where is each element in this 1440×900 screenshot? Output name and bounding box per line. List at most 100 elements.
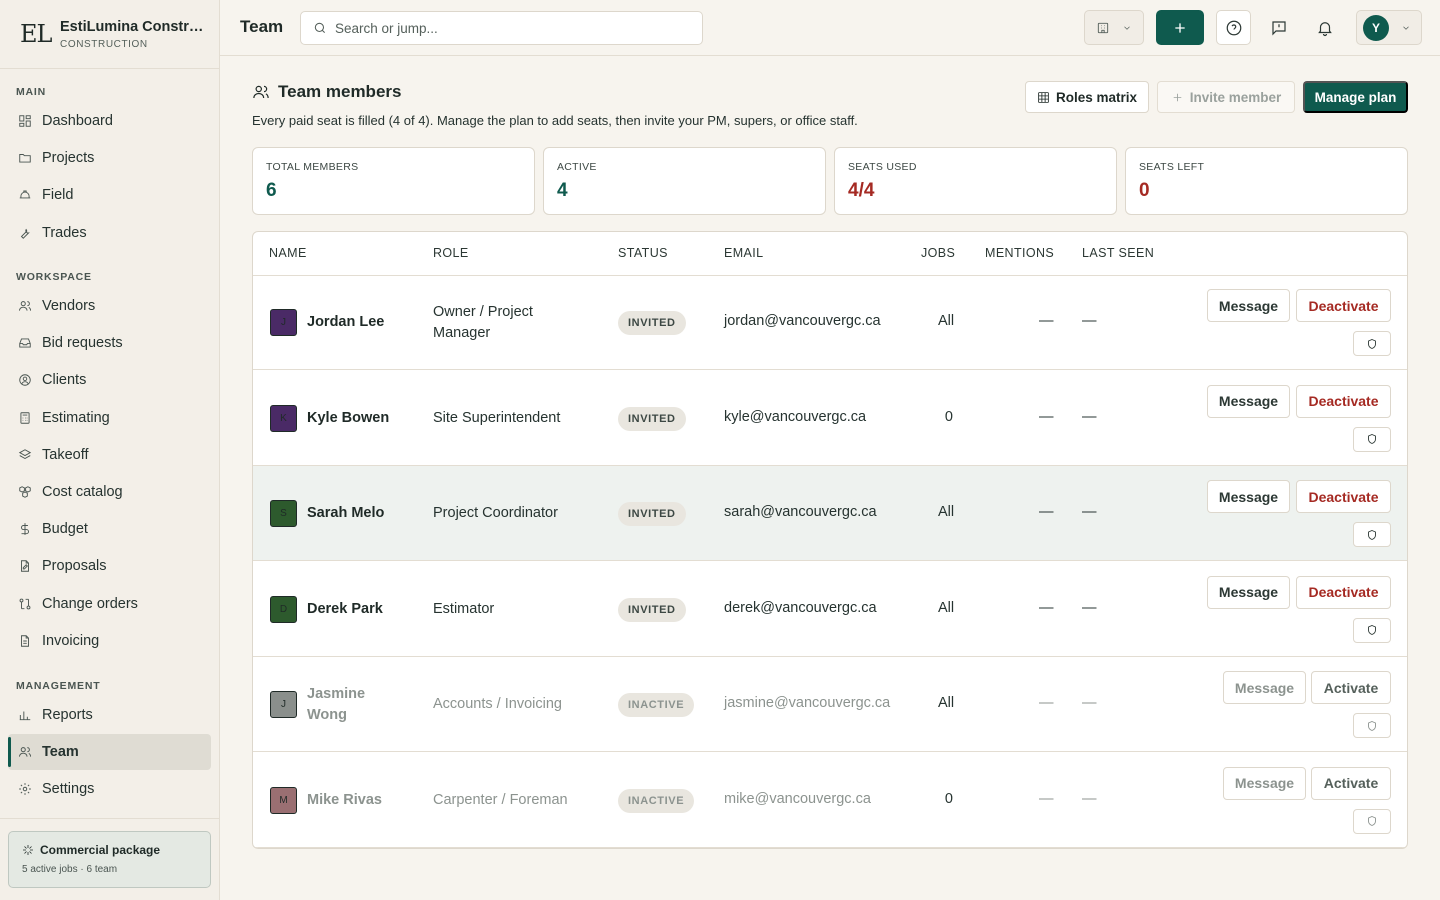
- nav-section-main: MAIN: [16, 86, 47, 98]
- roles-matrix-label: Roles matrix: [1055, 89, 1138, 105]
- table-row[interactable]: D Derek Park Estimator INVITED derek@van…: [253, 562, 1407, 657]
- user-circle-icon: [18, 373, 32, 387]
- brand[interactable]: EL EstiLumina Construction CONSTRUCTION: [0, 0, 219, 69]
- sidebar-item-settings[interactable]: Settings: [8, 771, 211, 807]
- help-button[interactable]: [1216, 10, 1251, 45]
- package-card[interactable]: Commercial package 5 active jobs · 6 tea…: [8, 831, 211, 888]
- feedback-button[interactable]: [1261, 10, 1296, 45]
- header-role[interactable]: ROLE: [433, 246, 469, 260]
- plus-icon: [1175, 22, 1185, 33]
- member-role: Estimator: [433, 600, 495, 617]
- permissions-button[interactable]: [1353, 426, 1391, 452]
- permissions-button[interactable]: [1353, 617, 1391, 643]
- sidebar-item-bid-requests[interactable]: Bid requests: [8, 325, 211, 361]
- sidebar-item-proposals[interactable]: Proposals: [8, 548, 211, 584]
- stat-value: 0: [1139, 180, 1150, 201]
- sidebar-item-budget[interactable]: Budget: [8, 511, 211, 547]
- user-menu[interactable]: Y: [1356, 10, 1422, 45]
- search-box[interactable]: [300, 11, 703, 45]
- header-last-seen[interactable]: LAST SEEN: [1082, 246, 1154, 260]
- chevron-down-icon: [1124, 26, 1130, 30]
- deactivate-button[interactable]: Deactivate: [1296, 384, 1391, 418]
- sparkle-icon: [23, 845, 33, 855]
- header-jobs[interactable]: JOBS: [921, 246, 955, 260]
- deactivate-button[interactable]: Deactivate: [1296, 480, 1391, 513]
- notifications-button[interactable]: [1307, 10, 1342, 45]
- dollar-icon: [18, 522, 32, 536]
- git-compare-icon: [18, 597, 32, 611]
- avatar: M: [270, 786, 297, 814]
- permissions-button[interactable]: [1353, 808, 1391, 834]
- sidebar-item-label: Cost catalog: [42, 484, 123, 500]
- table-row[interactable]: J Jordan Lee Owner / Project Manager INV…: [253, 275, 1407, 370]
- create-button[interactable]: [1156, 10, 1204, 45]
- sidebar-item-cost-catalog[interactable]: Cost catalog: [8, 474, 211, 510]
- sidebar-item-takeoff[interactable]: Takeoff: [8, 437, 211, 473]
- nav-section-workspace: WORKSPACE: [16, 271, 92, 283]
- message-button[interactable]: Message: [1207, 289, 1290, 322]
- member-email: jordan@vancouvergc.ca: [724, 313, 881, 329]
- topbar: Team Y: [220, 0, 1440, 56]
- company-name: EstiLumina Construction: [60, 18, 205, 35]
- activate-button[interactable]: Activate: [1311, 766, 1391, 800]
- boxes-icon: [18, 485, 32, 499]
- file-pen-icon: [18, 559, 32, 573]
- activate-button[interactable]: Activate: [1311, 671, 1391, 704]
- header-name[interactable]: NAME: [269, 246, 307, 260]
- permissions-button[interactable]: [1353, 522, 1391, 547]
- permissions-button[interactable]: [1353, 331, 1391, 356]
- sidebar-item-label: Takeoff: [42, 446, 89, 463]
- deactivate-button[interactable]: Deactivate: [1296, 575, 1391, 609]
- member-last-seen: —: [1082, 695, 1097, 711]
- member-jobs: 0: [944, 408, 953, 425]
- sidebar-item-field[interactable]: Field: [8, 177, 211, 213]
- sidebar-item-vendors[interactable]: Vendors: [8, 288, 211, 324]
- sidebar-item-reports[interactable]: Reports: [8, 697, 211, 733]
- table-row[interactable]: S Sarah Melo Project Coordinator INVITED…: [253, 466, 1407, 561]
- sidebar-item-label: Field: [42, 187, 74, 204]
- table-icon: [1038, 91, 1049, 103]
- sidebar-item-trades[interactable]: Trades: [8, 215, 211, 251]
- member-name: Kyle Bowen: [307, 409, 390, 426]
- stat-label: SEATS USED: [848, 161, 917, 173]
- sidebar-item-change-orders[interactable]: Change orders: [8, 586, 211, 622]
- shield-icon: [1366, 720, 1378, 732]
- message-button[interactable]: Message: [1207, 384, 1290, 418]
- message-button[interactable]: Message: [1207, 480, 1290, 513]
- header-email[interactable]: EMAIL: [724, 246, 764, 260]
- table-row[interactable]: M Mike Rivas Carpenter / Foreman INACTIV…: [253, 753, 1407, 848]
- sidebar-item-estimating[interactable]: Estimating: [8, 400, 211, 436]
- status-badge: INVITED: [618, 502, 686, 526]
- organization-switcher[interactable]: [1084, 10, 1144, 45]
- message-button[interactable]: Message: [1223, 671, 1306, 704]
- status-badge: INVITED: [618, 597, 686, 622]
- member-name: Jordan Lee: [307, 314, 385, 330]
- member-last-seen: —: [1082, 313, 1097, 329]
- stat-value: 4: [557, 180, 568, 201]
- team-table: NAME ROLE STATUS EMAIL JOBS MENTIONS LAS…: [252, 231, 1408, 849]
- search-input[interactable]: [335, 20, 675, 36]
- sidebar-item-label: Invoicing: [42, 632, 100, 649]
- table-row[interactable]: K Kyle Bowen Site Superintendent INVITED…: [253, 371, 1407, 466]
- sidebar-item-team[interactable]: Team: [8, 734, 211, 771]
- manage-plan-button[interactable]: Manage plan: [1303, 81, 1408, 113]
- sidebar-item-label: Clients: [42, 372, 87, 389]
- deactivate-button[interactable]: Deactivate: [1296, 289, 1391, 322]
- invite-member-button[interactable]: Invite member: [1157, 81, 1295, 113]
- gear-icon: [18, 782, 32, 796]
- header-mentions[interactable]: MENTIONS: [985, 246, 1054, 260]
- header-status[interactable]: STATUS: [618, 246, 668, 260]
- sidebar-item-label: Bid requests: [42, 335, 123, 352]
- sidebar-item-clients[interactable]: Clients: [8, 362, 211, 398]
- roles-matrix-button[interactable]: Roles matrix: [1025, 81, 1149, 113]
- message-button[interactable]: Message: [1223, 766, 1306, 800]
- member-email: jasmine@vancouvergc.ca: [724, 695, 891, 711]
- plus-icon: [1173, 93, 1182, 101]
- sidebar-item-invoicing[interactable]: Invoicing: [8, 623, 211, 659]
- message-button[interactable]: Message: [1207, 575, 1290, 609]
- stat-label: SEATS LEFT: [1139, 161, 1205, 173]
- permissions-button[interactable]: [1353, 713, 1391, 738]
- sidebar-item-projects[interactable]: Projects: [8, 140, 211, 176]
- table-row[interactable]: J Jasmine Wong Accounts / Invoicing INAC…: [253, 657, 1407, 752]
- sidebar-item-dashboard[interactable]: Dashboard: [8, 103, 211, 139]
